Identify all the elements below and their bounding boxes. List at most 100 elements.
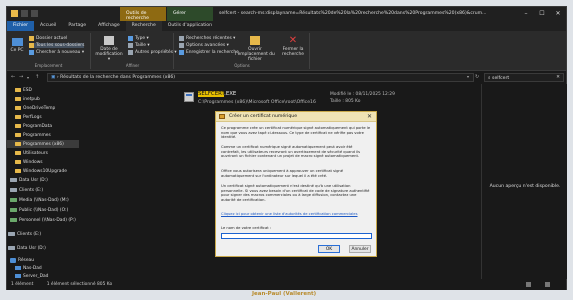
this-pc-label: Ce PC <box>10 48 24 53</box>
ribbon-group-location: Ce PC Dossier actuel Tous les sous-dossi… <box>7 33 91 69</box>
folder-icon <box>15 150 21 156</box>
sidebar-item-label: Personnel (\\Nas-Dad) (P:) <box>19 217 76 223</box>
tab-search[interactable]: Recherche <box>125 21 162 31</box>
network-drive-icon <box>10 208 17 212</box>
sidebar-item-utilisateurs[interactable]: Utilisateurs <box>7 149 79 157</box>
address-bar[interactable]: ▣ › Résultats de la recherche dans Progr… <box>47 73 474 82</box>
sidebar-item-clients[interactable]: Clients (E:) <box>7 186 79 194</box>
group-label-options: Options <box>234 63 250 68</box>
address-dropdown-icon[interactable]: ▾ <box>467 74 469 79</box>
sidebar-item-nas-dad[interactable]: Nas-Dad <box>7 264 79 272</box>
cancel-button[interactable]: Annuler <box>349 245 371 253</box>
sidebar-item-data-usr[interactable]: Data Usr (D:) <box>7 176 79 184</box>
navigation-pane: ESD inetpub OneDriveTemp PerfLogs Progra… <box>7 84 79 279</box>
this-pc-button[interactable]: Ce PC <box>10 36 24 53</box>
tab-home[interactable]: Accueil <box>34 21 62 31</box>
folder-icon <box>15 141 21 147</box>
sidebar-item-windows[interactable]: Windows <box>7 158 79 166</box>
save-search-label: Enregistrer la recherche <box>186 50 239 55</box>
folder-icon <box>29 36 34 41</box>
save-search-icon <box>179 50 184 55</box>
sidebar-item-windows10upgrade[interactable]: Windows10Upgrade <box>7 167 79 175</box>
other-properties-item[interactable]: Autres propriétés ▾ <box>128 50 177 55</box>
other-properties-label: Autres propriétés ▾ <box>135 50 177 55</box>
sidebar-item-media[interactable]: Media (\\Nas-Dad) (M:) <box>7 196 79 204</box>
certificate-name-input[interactable] <box>221 233 372 239</box>
kind-label: Type ▾ <box>135 36 149 41</box>
forward-arrow-icon[interactable]: → <box>19 74 23 80</box>
folder-icon <box>15 123 21 129</box>
sidebar-item-data-usr-2[interactable]: Data Usr (D:) <box>7 244 79 252</box>
result-path: C:\Programmes (x86)\Microsoft Office\roo… <box>198 100 316 105</box>
current-folder-item[interactable]: Dossier actuel <box>29 36 67 41</box>
open-file-location-button[interactable]: Ouvrir l'emplacement du fichier <box>233 36 277 62</box>
sidebar-item-esd[interactable]: ESD <box>7 86 79 94</box>
maximize-button[interactable]: ☐ <box>534 7 550 21</box>
search-input[interactable]: ⌕ selfcert ✕ <box>484 73 564 82</box>
ribbon: Ce PC Dossier actuel Tous les sous-dossi… <box>7 31 566 71</box>
sidebar-item-label: Public (\\Nas-Dad) (O:) <box>19 207 69 213</box>
new-folder-icon[interactable] <box>31 10 38 17</box>
sidebar-item-programmes[interactable]: Programmes <box>7 131 79 139</box>
sidebar-item-perflogs[interactable]: PerfLogs <box>7 113 79 121</box>
sidebar-item-onedrivetemp[interactable]: OneDriveTemp <box>7 104 79 112</box>
folder-icon[interactable] <box>11 10 18 17</box>
result-name-ext: .EXE <box>224 91 237 97</box>
date-modified-button[interactable]: Date de modification ▾ <box>95 36 123 62</box>
sidebar-item-programmes-x86[interactable]: Programmes (x86) <box>7 140 79 148</box>
folder-icon <box>15 96 21 102</box>
save-search-item[interactable]: Enregistrer la recherche <box>179 50 239 55</box>
sidebar-item-label: inetpub <box>23 96 40 102</box>
list-item[interactable]: SELFCERT.EXE C:\Programmes (x86)\Microso… <box>184 89 480 111</box>
properties-icon[interactable] <box>21 10 28 17</box>
sidebar-item-personnel[interactable]: Personnel (\\Nas-Dad) (P:) <box>7 216 79 224</box>
result-name: SELFCERT.EXE <box>198 91 236 97</box>
sidebar-item-public[interactable]: Public (\\Nas-Dad) (O:) <box>7 206 79 214</box>
sidebar-item-programdata[interactable]: ProgramData <box>7 122 79 130</box>
sidebar-item-network[interactable]: Réseau <box>7 256 79 264</box>
certification-authorities-link[interactable]: Cliquez ici pour obtenir une liste d'aut… <box>221 212 372 217</box>
size-item[interactable]: Taille ▾ <box>128 43 150 48</box>
back-arrow-icon[interactable]: ← <box>11 74 15 80</box>
computer-icon <box>15 266 21 270</box>
folder-icon <box>15 159 21 165</box>
sidebar-item-label: PerfLogs <box>23 114 42 120</box>
all-subfolders-item[interactable]: Tous les sous-dossiers <box>29 43 85 48</box>
close-button[interactable]: ✕ <box>550 7 566 21</box>
current-folder-label: Dossier actuel <box>36 36 68 41</box>
sidebar-item-server-dad[interactable]: Server_Dad <box>7 272 79 280</box>
dialog-title: Créer un certificat numérique <box>229 114 298 119</box>
dialog-close-button[interactable]: ✕ <box>367 113 372 120</box>
network-drive-icon <box>10 198 17 202</box>
search-results-icon: ▣ <box>51 75 56 80</box>
window-title: selfcert - search-ms:displayname=Résulta… <box>219 11 487 16</box>
size-icon <box>128 43 133 48</box>
view-switcher <box>526 282 562 287</box>
details-view-icon[interactable] <box>526 282 531 287</box>
minimize-button[interactable]: – <box>518 7 534 21</box>
advanced-options-item[interactable]: Options avancées ▾ <box>179 43 229 48</box>
refresh-icon[interactable]: ↻ <box>475 74 479 80</box>
close-search-button[interactable]: ✕ Fermer la recherche <box>279 36 307 58</box>
drive-icon <box>10 178 17 182</box>
recent-searches-item[interactable]: Recherches récentes ▾ <box>179 36 235 41</box>
dialog-paragraph-3: Office vous autorisera uniquement à appr… <box>221 169 344 178</box>
kind-icon <box>128 36 133 41</box>
clear-search-icon[interactable]: ✕ <box>556 75 560 80</box>
address-row: ← → ▾ ↑ ▣ › Résultats de la recherche da… <box>7 72 566 83</box>
chevron-down-icon[interactable]: ▾ <box>27 75 29 80</box>
up-arrow-icon[interactable]: ↑ <box>35 74 39 80</box>
search-again-item[interactable]: Chercher à nouveau ▾ <box>29 50 84 55</box>
sidebar-item-label: OneDriveTemp <box>23 105 56 111</box>
ok-button[interactable]: OK <box>318 245 340 253</box>
large-icons-view-icon[interactable] <box>545 282 550 287</box>
sidebar-item-clients-2[interactable]: Clients (E:) <box>7 230 79 238</box>
kind-item[interactable]: Type ▾ <box>128 36 149 41</box>
tab-file[interactable]: Fichier <box>7 21 35 31</box>
tab-share[interactable]: Partage <box>62 21 92 31</box>
title-bar: Outils de recherche Gérer selfcert - sea… <box>7 7 566 21</box>
tab-view[interactable]: Affichage <box>92 21 126 31</box>
sidebar-item-label: Réseau <box>18 257 35 263</box>
tab-app-tools[interactable]: Outils d'application <box>162 21 218 31</box>
sidebar-item-inetpub[interactable]: inetpub <box>7 95 79 103</box>
